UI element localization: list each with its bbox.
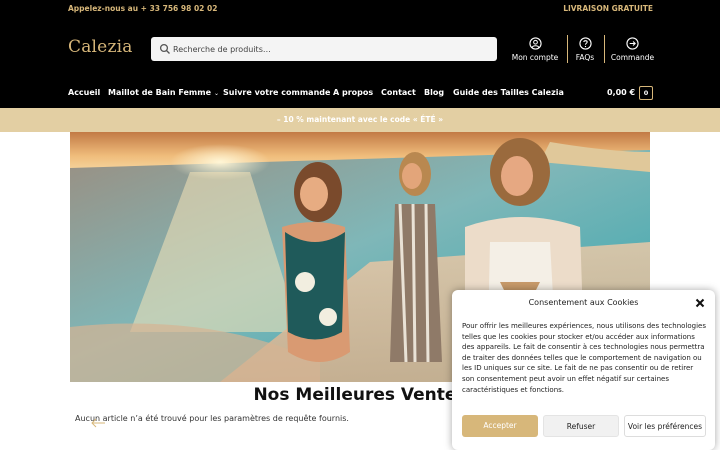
preferences-button[interactable]: Voir les préférences — [624, 415, 706, 437]
promo-text: – 10 % maintenant avec le code « ÉTÉ » — [276, 115, 444, 124]
accept-button[interactable]: Accepter — [462, 415, 538, 437]
phone-text[interactable]: Appelez-nous au + 33 756 98 02 02 — [68, 4, 217, 13]
site-logo[interactable]: Calezia — [68, 37, 133, 57]
nav-item-maillot[interactable]: Maillot de Bain Femme ⌄ — [108, 88, 219, 97]
nav-item-blog[interactable]: Blog — [424, 88, 444, 97]
search-icon — [159, 43, 170, 54]
nav-item-maillot-label: Maillot de Bain Femme — [108, 88, 212, 97]
cookie-title: Consentement aux Cookies — [528, 298, 639, 307]
close-icon[interactable] — [695, 298, 705, 308]
header-divider — [604, 35, 605, 63]
cookie-consent-dialog: Consentement aux Cookies Pour offrir les… — [452, 290, 715, 450]
nav-item-accueil[interactable]: Accueil — [68, 88, 100, 97]
order-label: Commande — [610, 53, 655, 62]
cart-count-badge[interactable]: 0 — [639, 86, 653, 100]
cart-total[interactable]: 0,00 € — [607, 88, 635, 97]
user-icon — [528, 37, 542, 50]
cookie-body: Pour offrir les meilleures expériences, … — [462, 322, 706, 394]
nav-item-guide[interactable]: Guide des Tailles Calezia — [453, 88, 564, 97]
header-divider — [567, 35, 568, 63]
free-shipping-text: LIVRAISON GRATUITE — [563, 4, 653, 13]
nav-item-contact[interactable]: Contact — [381, 88, 416, 97]
faq-link[interactable]: FAQs — [571, 37, 599, 62]
arrow-left-icon[interactable] — [90, 418, 106, 428]
faq-label: FAQs — [575, 53, 595, 62]
top-bar: Appelez-nous au + 33 756 98 02 02 LIVRAI… — [0, 0, 720, 20]
search-input[interactable] — [173, 37, 491, 61]
chevron-down-icon: ⌄ — [214, 90, 220, 97]
search-box[interactable] — [151, 37, 497, 61]
page: Appelez-nous au + 33 756 98 02 02 LIVRAI… — [0, 0, 720, 450]
nav-item-suivre[interactable]: Suivre votre commande — [223, 88, 330, 97]
order-link[interactable]: Commande — [610, 37, 655, 62]
promo-banner: – 10 % maintenant avec le code « ÉTÉ » — [0, 108, 720, 132]
site-header: Calezia Mon compte FAQs — [0, 20, 720, 78]
account-link[interactable]: Mon compte — [511, 37, 559, 62]
refuse-button[interactable]: Refuser — [543, 415, 619, 437]
arrow-right-circle-icon — [626, 37, 639, 50]
main-nav: Accueil Maillot de Bain Femme ⌄ Suivre vo… — [0, 78, 720, 108]
account-label: Mon compte — [511, 53, 559, 62]
empty-message: Aucun article n’a été trouvé pour les pa… — [75, 414, 349, 423]
question-icon — [578, 37, 592, 50]
nav-item-apropos[interactable]: A propos — [333, 88, 373, 97]
